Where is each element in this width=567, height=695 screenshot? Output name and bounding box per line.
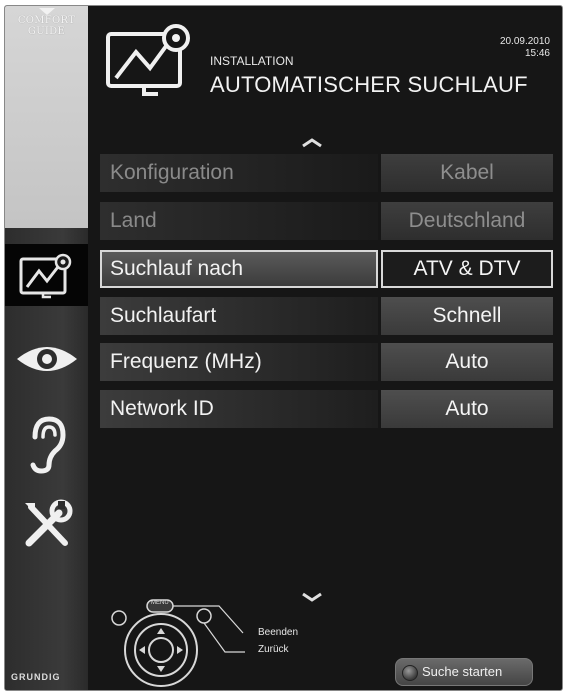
row-value[interactable]: Auto — [381, 390, 553, 428]
tools-icon — [24, 499, 72, 547]
sidebar-item-settings[interactable] — [5, 494, 88, 556]
start-search-label: Suche starten — [422, 664, 503, 679]
row-value[interactable]: Auto — [381, 343, 553, 381]
row-value: Kabel — [381, 154, 553, 192]
row-value[interactable]: Schnell — [381, 297, 553, 335]
back-hint: Zurück — [258, 644, 289, 655]
menu-row-suchlauf-nach[interactable]: Suchlauf nach ATV & DTV — [100, 250, 553, 288]
row-value: Deutschland — [381, 202, 553, 240]
date-time: 20.09.2010 15:46 — [500, 36, 550, 60]
installation-header-icon — [106, 24, 190, 96]
menu-row-frequenz[interactable]: Frequenz (MHz) Auto — [100, 343, 553, 381]
row-label: Konfiguration — [100, 154, 378, 192]
row-label: Land — [100, 202, 378, 240]
row-value[interactable]: ATV & DTV — [381, 250, 553, 288]
chevron-down-icon — [38, 8, 55, 15]
exit-hint: Beenden — [258, 627, 299, 638]
sidebar: COMFORT GUIDE GRUNDIG — [5, 6, 88, 690]
comfort-guide-button[interactable]: COMFORT GUIDE — [5, 6, 88, 228]
menu-row-konfiguration: Konfiguration Kabel — [100, 154, 553, 192]
menu-key-label: MENU — [151, 600, 169, 606]
sidebar-item-picture[interactable] — [5, 328, 88, 390]
eye-icon — [16, 347, 77, 371]
brand-logo: GRUNDIG — [11, 672, 61, 682]
date-text: 20.09.2010 — [499, 36, 550, 47]
comfort-guide-line2: GUIDE — [27, 26, 66, 37]
remote-control-hint — [111, 599, 245, 687]
scroll-down-icon[interactable] — [301, 592, 323, 602]
row-label: Network ID — [100, 390, 378, 428]
menu-row-network-id[interactable]: Network ID Auto — [100, 390, 553, 428]
ear-icon — [30, 416, 66, 474]
header: INSTALLATION AUTOMATISCHER SUCHLAUF 20.0… — [88, 6, 562, 126]
row-label: Suchlauf nach — [100, 250, 378, 288]
installation-icon — [19, 253, 71, 299]
sidebar-item-sound[interactable] — [5, 414, 88, 476]
start-search-button[interactable]: Suche starten — [395, 658, 533, 686]
sidebar-item-installation[interactable] — [5, 244, 88, 306]
row-label: Frequenz (MHz) — [100, 343, 378, 381]
row-label: Suchlaufart — [100, 297, 378, 335]
section-label: INSTALLATION — [210, 54, 294, 68]
scroll-up-icon[interactable] — [301, 138, 323, 148]
menu-row-suchlaufart[interactable]: Suchlaufart Schnell — [100, 297, 553, 335]
page-title: AUTOMATISCHER SUCHLAUF — [210, 72, 528, 97]
menu-row-land: Land Deutschland — [100, 202, 553, 240]
comfort-guide-line1: COMFORT — [17, 15, 76, 26]
red-button-icon — [402, 665, 418, 681]
time-text: 15:46 — [524, 48, 550, 59]
screen-frame: COMFORT GUIDE GRUNDIG INSTALLATION AUTOM… — [4, 5, 563, 691]
